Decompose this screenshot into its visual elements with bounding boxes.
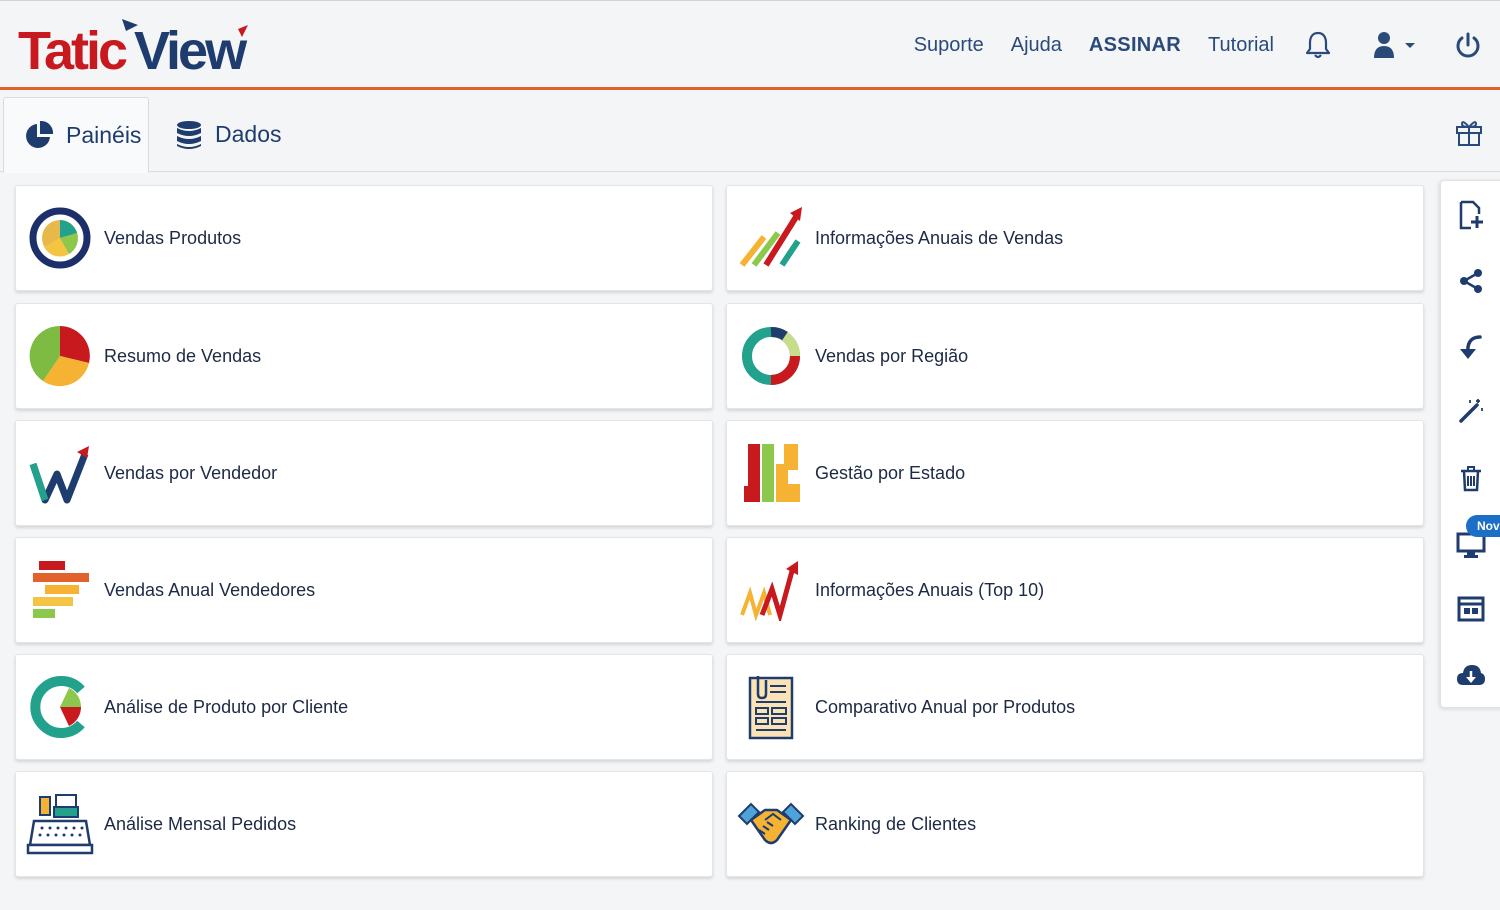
dashboard-card[interactable]: Análise de Produto por Cliente: [15, 654, 713, 760]
dashboard-card[interactable]: Ranking de Clientes: [726, 771, 1424, 877]
tab-data-label: Dados: [215, 121, 282, 147]
subscribe-link[interactable]: ASSINAR: [1089, 34, 1181, 57]
taticview-logo[interactable]: Tatic View: [16, 15, 256, 77]
bar-blocks-icon: [727, 420, 815, 526]
support-link[interactable]: Suporte: [914, 34, 984, 57]
database-icon: [175, 120, 203, 150]
dashboard-card[interactable]: Gestão por Estado: [726, 420, 1424, 526]
tab-data[interactable]: Dados: [175, 97, 281, 172]
dashboard-card[interactable]: Resumo de Vendas: [15, 303, 713, 409]
share-icon[interactable]: [1441, 261, 1500, 301]
card-label: Informações Anuais (Top 10): [815, 579, 1045, 600]
user-menu[interactable]: [1372, 30, 1416, 60]
trash-icon[interactable]: [1441, 459, 1500, 499]
card-label: Comparativo Anual por Produtos: [815, 696, 1076, 717]
dashboard-card[interactable]: Comparativo Anual por Produtos: [726, 654, 1424, 760]
stacked-bars-icon: [16, 537, 104, 643]
help-link[interactable]: Ajuda: [1011, 34, 1062, 57]
c-ring-icon: [16, 654, 104, 760]
gift-icon[interactable]: [1454, 117, 1484, 152]
magic-wand-icon[interactable]: [1441, 391, 1500, 431]
card-label: Vendas Produtos: [104, 227, 242, 248]
card-label: Resumo de Vendas: [104, 345, 262, 366]
donut-chart-icon: [727, 303, 815, 409]
card-label: Informações Anuais de Vendas: [815, 227, 1064, 248]
card-label: Análise de Produto por Cliente: [104, 696, 349, 717]
pie-chart-icon: [16, 303, 104, 409]
new-badge: Novo: [1466, 515, 1500, 537]
top-header: Tatic View Suporte Ajuda ASSINAR Tutoria…: [0, 0, 1500, 90]
rising-arrows-icon: [727, 185, 815, 291]
card-label: Análise Mensal Pedidos: [104, 813, 297, 834]
power-icon[interactable]: [1454, 31, 1482, 59]
pie-chart-icon: [24, 120, 54, 150]
tutorial-link[interactable]: Tutorial: [1208, 34, 1274, 57]
document-clip-icon: [727, 654, 815, 760]
dashboard-card[interactable]: Vendas Produtos: [15, 185, 713, 291]
cash-register-icon: [16, 771, 104, 877]
side-toolbar: [1440, 180, 1500, 708]
card-label: Gestão por Estado: [815, 462, 966, 483]
dashboard-card[interactable]: Informações Anuais (Top 10): [726, 537, 1424, 643]
card-label: Ranking de Clientes: [815, 813, 977, 834]
handshake-icon: [727, 771, 815, 877]
dashboard-card[interactable]: Vendas por Vendedor: [15, 420, 713, 526]
zigzag-arrow-icon: [727, 537, 815, 643]
dashboard-card[interactable]: Análise Mensal Pedidos: [15, 771, 713, 877]
bell-icon[interactable]: [1304, 30, 1332, 60]
tab-panels[interactable]: Painéis: [3, 97, 149, 173]
w-arrow-icon: [16, 420, 104, 526]
tabs-bar: Painéis Dados: [0, 91, 1500, 173]
dashboard-card[interactable]: Vendas por Região: [726, 303, 1424, 409]
tab-panels-label: Painéis: [66, 121, 142, 148]
layout-icon[interactable]: [1441, 589, 1500, 629]
header-nav: Suporte Ajuda ASSINAR Tutorial: [914, 1, 1500, 89]
dashboard-card[interactable]: Informações Anuais de Vendas: [726, 185, 1424, 291]
card-label: Vendas por Vendedor: [104, 462, 278, 483]
svg-text:Tatic: Tatic: [18, 21, 127, 77]
dashboard-card[interactable]: Vendas Anual Vendedores: [15, 537, 713, 643]
card-label: Vendas Anual Vendedores: [104, 579, 316, 600]
new-file-icon[interactable]: [1441, 195, 1500, 235]
pie-in-ring-icon: [16, 185, 104, 291]
back-arrow-icon[interactable]: [1441, 327, 1500, 367]
logo-graphic: Tatic View: [18, 19, 251, 77]
card-label: Vendas por Região: [815, 345, 969, 366]
svg-text:View: View: [134, 21, 248, 77]
cloud-download-icon[interactable]: [1441, 655, 1500, 695]
user-icon: [1374, 32, 1415, 58]
